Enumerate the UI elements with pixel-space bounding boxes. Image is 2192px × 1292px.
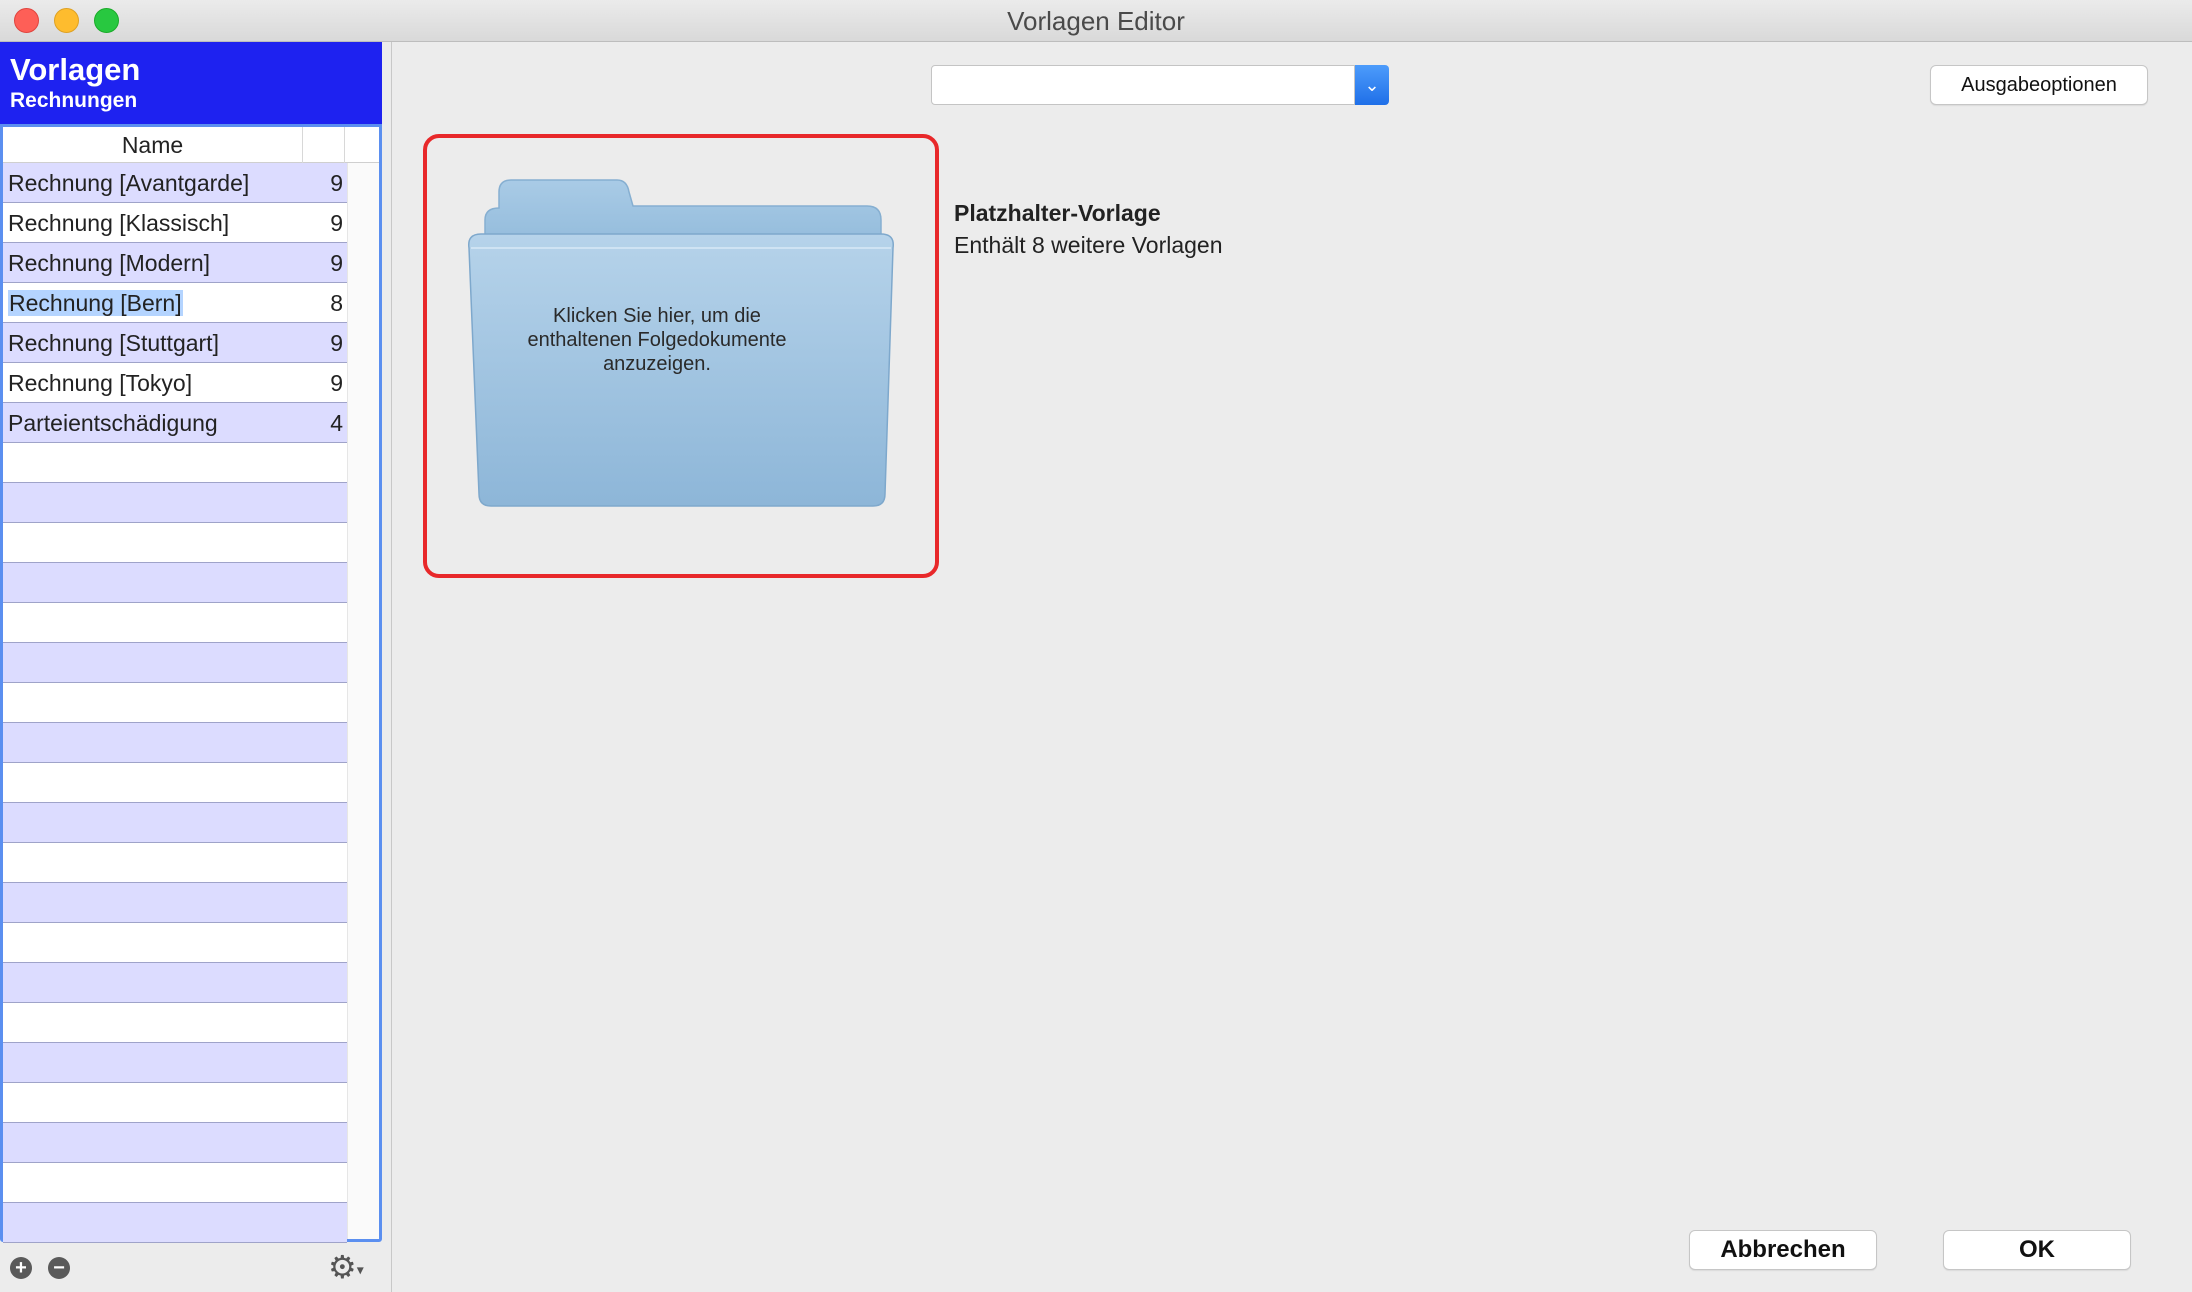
list-item-name: Rechnung [Tokyo]: [8, 370, 193, 396]
list-item[interactable]: Rechnung [Klassisch] 9: [3, 203, 347, 243]
column-header-name[interactable]: Name: [3, 127, 303, 163]
list-item-name: Rechnung [Bern]: [8, 290, 183, 316]
template-combo-box[interactable]: ⌄: [931, 65, 1389, 105]
empty-list-row[interactable]: [3, 643, 347, 683]
action-menu-button[interactable]: ⚙▾: [328, 1250, 364, 1287]
folder-hint-text: Klicken Sie hier, um die enthaltenen Fol…: [527, 305, 787, 375]
output-options-button[interactable]: Ausgabeoptionen: [1930, 65, 2148, 105]
sidebar-footer: + − ⚙▾: [0, 1242, 382, 1292]
sidebar-title: Vorlagen: [10, 52, 141, 87]
empty-list-row[interactable]: [3, 483, 347, 523]
list-item-count: 8: [330, 290, 343, 316]
window-title: Vorlagen Editor: [1007, 6, 1185, 36]
empty-list-row[interactable]: [3, 883, 347, 923]
list-item[interactable]: Rechnung [Modern] 9: [3, 243, 347, 283]
empty-list-row[interactable]: [3, 1123, 347, 1163]
sidebar-header: Vorlagen Rechnungen: [0, 42, 382, 124]
remove-template-button[interactable]: −: [48, 1257, 70, 1279]
empty-list-row[interactable]: [3, 563, 347, 603]
list-item-count: 4: [330, 410, 343, 436]
main-area: ⌄ Ausgabeoptionen Klicken Sie hier, um d…: [393, 42, 2192, 1292]
chevron-down-icon: ⌄: [1364, 75, 1380, 95]
title-bar: Vorlagen Editor: [0, 0, 2192, 42]
list-item-name: Rechnung [Modern]: [8, 250, 211, 276]
folder-preview[interactable]: Klicken Sie hier, um die enthaltenen Fol…: [423, 134, 939, 578]
list-scrollbar[interactable]: [347, 163, 379, 1239]
empty-list-row[interactable]: [3, 1203, 347, 1243]
list-item-name: Rechnung [Stuttgart]: [8, 330, 219, 356]
empty-list-row[interactable]: [3, 683, 347, 723]
list-item-count: 9: [330, 250, 343, 276]
empty-list-row[interactable]: [3, 523, 347, 563]
add-template-button[interactable]: +: [10, 1257, 32, 1279]
template-subtitle: Enthält 8 weitere Vorlagen: [954, 232, 1223, 258]
list-item-count: 9: [330, 210, 343, 236]
empty-list-row[interactable]: [3, 843, 347, 883]
empty-list-row[interactable]: [3, 603, 347, 643]
list-item-name: Rechnung [Avantgarde]: [8, 170, 250, 196]
template-info: Platzhalter-Vorlage Enthält 8 weitere Vo…: [954, 198, 1223, 262]
empty-list-row[interactable]: [3, 803, 347, 843]
list-item[interactable]: Rechnung [Stuttgart] 9: [3, 323, 347, 363]
sidebar: Vorlagen Rechnungen Name Rechnung [Avant…: [0, 42, 392, 1292]
empty-list-row[interactable]: [3, 723, 347, 763]
chevron-down-icon: ▾: [356, 1261, 364, 1278]
list-item[interactable]: Rechnung [Avantgarde] 9: [3, 163, 347, 203]
empty-list-row[interactable]: [3, 1003, 347, 1043]
list-item[interactable]: Parteientschädigung 4: [3, 403, 347, 443]
template-title: Platzhalter-Vorlage: [954, 200, 1161, 226]
list-item[interactable]: Rechnung [Bern] 8: [3, 283, 347, 323]
template-list[interactable]: Name Rechnung [Avantgarde] 9 Rechnung [Kla…: [0, 124, 382, 1243]
list-item-count: 9: [330, 330, 343, 356]
combo-field[interactable]: [931, 65, 1355, 105]
sidebar-subtitle: Rechnungen: [10, 89, 138, 112]
list-item-count: 9: [330, 170, 343, 196]
list-item-count: 9: [330, 370, 343, 396]
list-item[interactable]: Rechnung [Tokyo] 9: [3, 363, 347, 403]
empty-list-row[interactable]: [3, 763, 347, 803]
list-header: Name: [3, 127, 379, 163]
empty-list-row[interactable]: [3, 443, 347, 483]
list-item-name: Parteientschädigung: [8, 410, 218, 436]
empty-list-row[interactable]: [3, 923, 347, 963]
list-item-name: Rechnung [Klassisch]: [8, 210, 230, 236]
empty-list-row[interactable]: [3, 1043, 347, 1083]
empty-list-row[interactable]: [3, 963, 347, 1003]
combo-dropdown-button[interactable]: ⌄: [1355, 65, 1389, 105]
empty-list-row[interactable]: [3, 1083, 347, 1123]
cancel-button[interactable]: Abbrechen: [1689, 1230, 1877, 1270]
ok-button[interactable]: OK: [1943, 1230, 2131, 1270]
empty-list-row[interactable]: [3, 1163, 347, 1203]
list-rows: Rechnung [Avantgarde] 9 Rechnung [Klassisc…: [3, 163, 347, 1243]
gear-icon: ⚙: [328, 1249, 357, 1285]
column-header-count[interactable]: [303, 127, 345, 163]
